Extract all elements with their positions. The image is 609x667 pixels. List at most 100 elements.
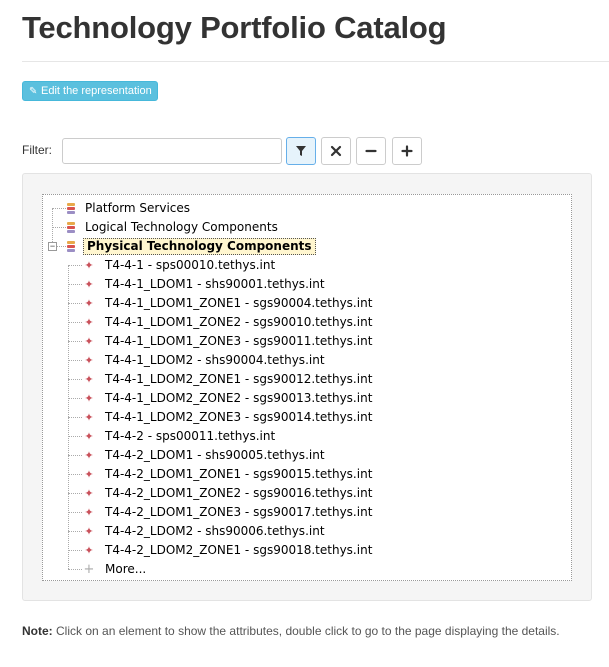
tree-connector: [68, 569, 82, 570]
component-icon: ✦: [84, 430, 94, 443]
tree-child-item[interactable]: ✦ T4-4-1 - sps00010.tethys.int: [83, 256, 277, 275]
tree-connector: [68, 417, 82, 418]
title-divider: [22, 61, 609, 62]
tree-panel: Platform Services Logical Technology Comp…: [22, 173, 592, 601]
edit-representation-label: Edit the representation: [41, 85, 152, 97]
tree-item-label: T4-4-2_LDOM1_ZONE3 - sgs90017.tethys.int: [105, 505, 373, 519]
tree-child-item[interactable]: ✦ T4-4-2_LDOM1_ZONE3 - sgs90017.tethys.in…: [83, 503, 374, 522]
stack-icon: [67, 221, 75, 235]
tree-item-label: Logical Technology Components: [85, 220, 278, 234]
tree-connector: [68, 512, 82, 513]
tree-child-item[interactable]: ✦ T4-4-1_LDOM2 - shs90004.tethys.int: [83, 351, 327, 370]
clear-filter-button[interactable]: [321, 137, 351, 165]
tree-item-label: T4-4-1 - sps00010.tethys.int: [105, 258, 276, 272]
collapse-all-button[interactable]: [356, 137, 386, 165]
tree-connector: [68, 398, 82, 399]
component-icon: ✦: [84, 487, 94, 500]
tree-child-item[interactable]: ✦ T4-4-1_LDOM1 - shs90001.tethys.int: [83, 275, 327, 294]
tree-connector: [68, 284, 82, 285]
plus-icon: [401, 145, 413, 157]
tree-item-label: T4-4-2_LDOM1 - shs90005.tethys.int: [105, 448, 325, 462]
tree-child-item[interactable]: ✦ T4-4-2_LDOM1 - shs90005.tethys.int: [83, 446, 327, 465]
tree-root-item[interactable]: Logical Technology Components: [67, 218, 280, 237]
tree-connector: [68, 303, 82, 304]
filter-icon: [296, 146, 306, 156]
minus-icon: [365, 149, 377, 153]
component-icon: ✦: [84, 544, 94, 557]
tree-connector: [68, 436, 82, 437]
component-icon: ✦: [84, 392, 94, 405]
tree-child-item[interactable]: ✦ T4-4-1_LDOM1_ZONE1 - sgs90004.tethys.in…: [83, 294, 374, 313]
close-icon: [330, 145, 342, 157]
tree-connector: [52, 208, 66, 209]
component-icon: ✦: [84, 297, 94, 310]
tree-connector: [68, 474, 82, 475]
component-icon: ✦: [84, 354, 94, 367]
more-label: More...: [105, 562, 147, 576]
filter-input[interactable]: [62, 138, 282, 164]
tree-item-label: T4-4-2 - sps00011.tethys.int: [105, 429, 276, 443]
tree-child-item[interactable]: ✦ T4-4-1_LDOM1_ZONE3 - sgs90011.tethys.in…: [83, 332, 374, 351]
tree-connector: [68, 265, 82, 266]
tree-connector: [68, 531, 82, 532]
tree-item-label: T4-4-1_LDOM1_ZONE1 - sgs90004.tethys.int: [105, 296, 373, 310]
tree-connector: [68, 341, 82, 342]
tree-item-label: T4-4-1_LDOM2_ZONE3 - sgs90014.tethys.int: [105, 410, 373, 424]
expand-more-icon: +: [83, 562, 95, 577]
note-text: Click on an element to show the attribut…: [52, 624, 560, 638]
component-icon: ✦: [84, 411, 94, 424]
tree-connector: [68, 360, 82, 361]
pencil-icon: ✎: [29, 86, 38, 97]
note-prefix: Note:: [22, 624, 53, 638]
tree-item-label: T4-4-1_LDOM1 - shs90001.tethys.int: [105, 277, 325, 291]
stack-icon: [67, 240, 75, 254]
more-link[interactable]: + More...: [83, 560, 148, 579]
component-icon: ✦: [84, 316, 94, 329]
tree-child-item[interactable]: ✦ T4-4-1_LDOM2_ZONE2 - sgs90013.tethys.in…: [83, 389, 374, 408]
edit-representation-button[interactable]: ✎ Edit the representation: [22, 81, 158, 101]
tree-connector: [68, 322, 82, 323]
component-icon: ✦: [84, 373, 94, 386]
tree-child-item[interactable]: ✦ T4-4-2 - sps00011.tethys.int: [83, 427, 277, 446]
tree-item-label: Physical Technology Components: [83, 238, 316, 255]
component-icon: ✦: [84, 506, 94, 519]
tree-item-label: T4-4-2_LDOM2 - shs90006.tethys.int: [105, 524, 325, 538]
component-icon: ✦: [84, 468, 94, 481]
stack-icon: [67, 202, 75, 216]
tree-root-item[interactable]: Physical Technology Components: [67, 237, 316, 256]
component-icon: ✦: [84, 259, 94, 272]
expand-all-button[interactable]: [392, 137, 422, 165]
component-icon: ✦: [84, 335, 94, 348]
technology-tree[interactable]: Platform Services Logical Technology Comp…: [42, 194, 572, 581]
tree-connector: [68, 550, 82, 551]
tree-item-label: T4-4-2_LDOM1_ZONE2 - sgs90016.tethys.int: [105, 486, 373, 500]
tree-item-label: T4-4-1_LDOM1_ZONE2 - sgs90010.tethys.int: [105, 315, 373, 329]
component-icon: ✦: [84, 525, 94, 538]
tree-item-label: T4-4-1_LDOM2 - shs90004.tethys.int: [105, 353, 325, 367]
collapse-toggle-icon[interactable]: −: [48, 242, 57, 251]
tree-root-item[interactable]: Platform Services: [67, 199, 192, 218]
tree-item-label: Platform Services: [85, 201, 191, 215]
tree-child-item[interactable]: ✦ T4-4-1_LDOM2_ZONE3 - sgs90014.tethys.in…: [83, 408, 374, 427]
tree-child-item[interactable]: ✦ T4-4-1_LDOM2_ZONE1 - sgs90012.tethys.in…: [83, 370, 374, 389]
tree-child-item[interactable]: ✦ T4-4-2_LDOM2_ZONE1 - sgs90018.tethys.in…: [83, 541, 374, 560]
filter-label: Filter:: [22, 143, 52, 157]
tree-child-item[interactable]: ✦ T4-4-1_LDOM1_ZONE2 - sgs90010.tethys.in…: [83, 313, 374, 332]
tree-connector: [68, 379, 82, 380]
component-icon: ✦: [84, 449, 94, 462]
apply-filter-button[interactable]: [286, 137, 316, 165]
tree-item-label: T4-4-1_LDOM1_ZONE3 - sgs90011.tethys.int: [105, 334, 373, 348]
tree-item-label: T4-4-1_LDOM2_ZONE2 - sgs90013.tethys.int: [105, 391, 373, 405]
tree-connector: [68, 455, 82, 456]
page-title: Technology Portfolio Catalog: [22, 10, 447, 45]
component-icon: ✦: [84, 278, 94, 291]
tree-item-label: T4-4-2_LDOM1_ZONE1 - sgs90015.tethys.int: [105, 467, 373, 481]
tree-item-label: T4-4-1_LDOM2_ZONE1 - sgs90012.tethys.int: [105, 372, 373, 386]
tree-connector: [52, 227, 66, 228]
help-note: Note: Click on an element to show the at…: [22, 623, 582, 640]
tree-item-label: T4-4-2_LDOM2_ZONE1 - sgs90018.tethys.int: [105, 543, 373, 557]
tree-connector: [68, 493, 82, 494]
tree-child-item[interactable]: ✦ T4-4-2_LDOM2 - shs90006.tethys.int: [83, 522, 327, 541]
tree-child-item[interactable]: ✦ T4-4-2_LDOM1_ZONE2 - sgs90016.tethys.in…: [83, 484, 374, 503]
tree-child-item[interactable]: ✦ T4-4-2_LDOM1_ZONE1 - sgs90015.tethys.in…: [83, 465, 374, 484]
